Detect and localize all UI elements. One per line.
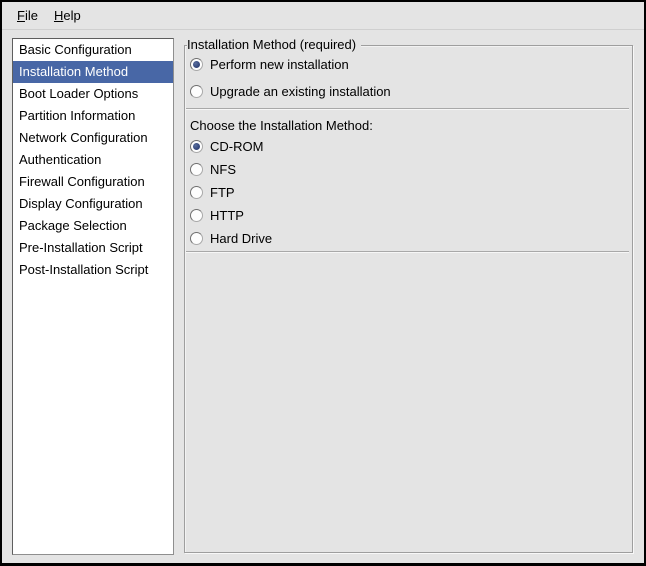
sidebar-item-post-installation-script[interactable]: Post-Installation Script bbox=[13, 259, 173, 281]
radio-nfs[interactable]: NFS bbox=[190, 159, 236, 179]
radio-perform-new-installation[interactable]: Perform new installation bbox=[190, 54, 349, 74]
sidebar-item-network-configuration[interactable]: Network Configuration bbox=[13, 127, 173, 149]
sidebar-item-partition-information[interactable]: Partition Information bbox=[13, 105, 173, 127]
separator bbox=[186, 108, 629, 110]
menu-bar: File Help bbox=[2, 2, 644, 30]
radio-label: Hard Drive bbox=[210, 231, 272, 246]
separator bbox=[186, 251, 629, 253]
radio-ftp[interactable]: FTP bbox=[190, 182, 235, 202]
radio-label: Perform new installation bbox=[210, 57, 349, 72]
sidebar-item-authentication[interactable]: Authentication bbox=[13, 149, 173, 171]
installation-method-frame: Installation Method (required) Perform n… bbox=[184, 45, 633, 553]
radio-http[interactable]: HTTP bbox=[190, 205, 244, 225]
sidebar-item-package-selection[interactable]: Package Selection bbox=[13, 215, 173, 237]
sidebar-item-basic-configuration[interactable]: Basic Configuration bbox=[13, 39, 173, 61]
radio-icon[interactable] bbox=[190, 58, 203, 71]
sidebar-item-installation-method[interactable]: Installation Method bbox=[13, 61, 173, 83]
radio-upgrade-existing-installation[interactable]: Upgrade an existing installation bbox=[190, 81, 391, 101]
menu-help[interactable]: Help bbox=[46, 4, 89, 27]
radio-icon[interactable] bbox=[190, 186, 203, 199]
radio-icon[interactable] bbox=[190, 140, 203, 153]
sidebar-item-boot-loader-options[interactable]: Boot Loader Options bbox=[13, 83, 173, 105]
radio-label: FTP bbox=[210, 185, 235, 200]
menu-file-accel: F bbox=[17, 8, 25, 23]
sidebar-item-display-configuration[interactable]: Display Configuration bbox=[13, 193, 173, 215]
category-list: Basic Configuration Installation Method … bbox=[12, 38, 174, 555]
frame-title: Installation Method (required) bbox=[187, 37, 361, 53]
radio-label: Upgrade an existing installation bbox=[210, 84, 391, 99]
menu-help-accel: H bbox=[54, 8, 63, 23]
menu-file-label: ile bbox=[25, 8, 38, 23]
sidebar-item-pre-installation-script[interactable]: Pre-Installation Script bbox=[13, 237, 173, 259]
radio-label: CD-ROM bbox=[210, 139, 263, 154]
radio-icon[interactable] bbox=[190, 232, 203, 245]
radio-icon[interactable] bbox=[190, 209, 203, 222]
menu-help-label: elp bbox=[63, 8, 80, 23]
radio-label: HTTP bbox=[210, 208, 244, 223]
radio-cdrom[interactable]: CD-ROM bbox=[190, 136, 263, 156]
radio-hard-drive[interactable]: Hard Drive bbox=[190, 228, 272, 248]
menu-file[interactable]: File bbox=[9, 4, 46, 27]
choose-method-label: Choose the Installation Method: bbox=[190, 116, 373, 136]
radio-label: NFS bbox=[210, 162, 236, 177]
sidebar-item-firewall-configuration[interactable]: Firewall Configuration bbox=[13, 171, 173, 193]
radio-icon[interactable] bbox=[190, 163, 203, 176]
radio-icon[interactable] bbox=[190, 85, 203, 98]
kickstart-configurator-window: File Help Basic Configuration Installati… bbox=[0, 0, 646, 566]
